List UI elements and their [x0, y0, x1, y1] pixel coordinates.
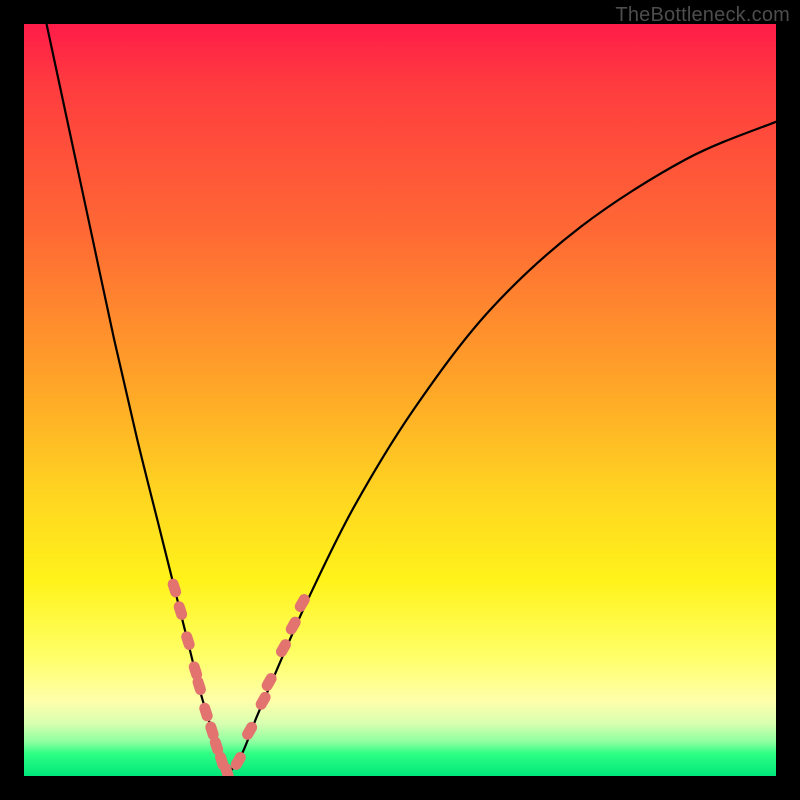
chart-frame: TheBottleneck.com: [0, 0, 800, 800]
data-marker: [198, 702, 213, 722]
curve-right-branch: [227, 122, 776, 776]
data-markers: [167, 578, 311, 776]
chart-svg: [24, 24, 776, 776]
curve-left-branch: [47, 24, 227, 776]
data-marker: [173, 600, 188, 620]
data-marker: [241, 721, 259, 742]
data-marker: [180, 631, 195, 651]
data-marker: [167, 578, 182, 598]
watermark-text: TheBottleneck.com: [615, 4, 790, 27]
plot-area: [24, 24, 776, 776]
data-marker: [192, 676, 207, 696]
data-marker: [254, 691, 272, 712]
